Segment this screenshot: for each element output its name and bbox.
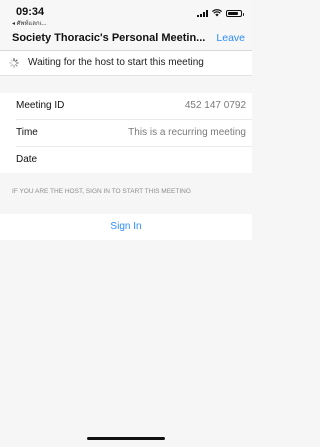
date-row: Date — [16, 147, 252, 173]
time-label: Time — [16, 127, 38, 138]
status-icons — [197, 9, 244, 17]
meeting-id-value: 452 147 0792 — [184, 100, 246, 111]
back-to-app-link[interactable]: ◂ ศัพท์แลกเ... — [12, 18, 47, 28]
date-label: Date — [16, 154, 38, 165]
sign-in-cell[interactable]: Sign In — [0, 214, 252, 240]
meeting-title: Society Thoracic's Personal Meetin... — [12, 32, 206, 44]
loading-spinner-icon — [9, 58, 19, 68]
time-value: This is a recurring meeting — [128, 127, 246, 138]
time-row: Time This is a recurring meeting — [16, 120, 252, 147]
home-indicator[interactable] — [87, 437, 165, 440]
leave-button[interactable]: Leave — [216, 32, 245, 44]
sign-in-button[interactable]: Sign In — [0, 221, 252, 232]
waiting-message: Waiting for the host to start this meeti… — [28, 57, 204, 68]
battery-icon — [226, 10, 244, 17]
wifi-icon — [212, 9, 222, 17]
cellular-signal-icon — [197, 10, 208, 17]
meeting-details: Meeting ID 452 147 0792 Time This is a r… — [0, 93, 252, 173]
status-bar: 09:34 ◂ ศัพท์แลกเ... — [0, 0, 252, 28]
host-sign-in-note: IF YOU ARE THE HOST, SIGN IN TO START TH… — [12, 188, 191, 195]
meeting-id-row: Meeting ID 452 147 0792 — [16, 93, 252, 120]
meeting-header: Society Thoracic's Personal Meetin... Le… — [0, 28, 252, 51]
waiting-banner: Waiting for the host to start this meeti… — [0, 51, 252, 76]
status-time: 09:34 — [16, 6, 45, 18]
meeting-id-label: Meeting ID — [16, 100, 65, 111]
battery-fill — [228, 12, 239, 15]
